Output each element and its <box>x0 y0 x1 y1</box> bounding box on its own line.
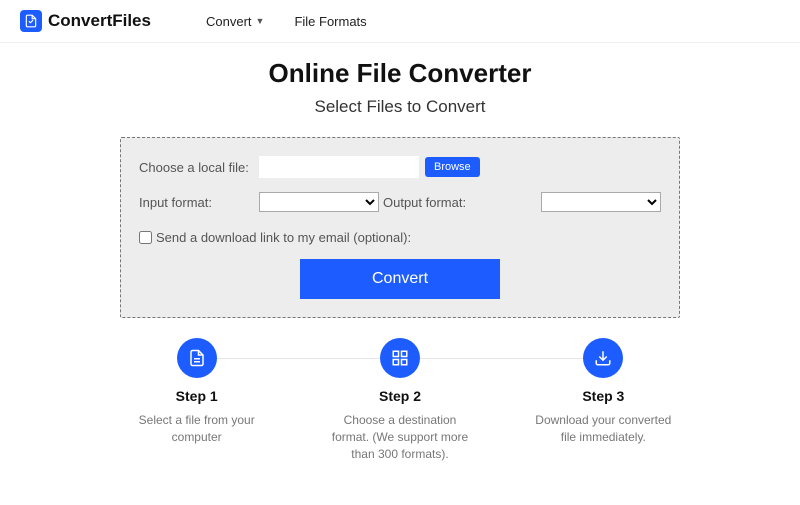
nav: Convert ▼ File Formats <box>206 14 367 29</box>
file-row: Choose a local file: Browse <box>139 156 661 178</box>
input-format-select[interactable] <box>259 192 379 212</box>
main: Online File Converter Select Files to Co… <box>0 43 800 472</box>
header: ConvertFiles Convert ▼ File Formats <box>0 0 800 43</box>
step-3: Step 3 Download your converted file imme… <box>527 338 680 462</box>
nav-convert[interactable]: Convert ▼ <box>206 14 264 29</box>
format-row: Input format: Output format: <box>139 192 661 212</box>
step-2-desc: Choose a destination format. (We support… <box>323 412 476 462</box>
browse-button[interactable]: Browse <box>425 157 480 177</box>
step-2: Step 2 Choose a destination format. (We … <box>323 338 476 462</box>
download-icon <box>583 338 623 378</box>
email-label: Send a download link to my email (option… <box>156 230 411 245</box>
file-path-input[interactable] <box>259 156 419 178</box>
choose-file-label: Choose a local file: <box>139 160 259 175</box>
page-subtitle: Select Files to Convert <box>20 97 780 117</box>
output-format-select[interactable] <box>541 192 661 212</box>
chevron-down-icon: ▼ <box>256 16 265 26</box>
logo[interactable]: ConvertFiles <box>20 10 151 32</box>
nav-formats[interactable]: File Formats <box>294 14 366 29</box>
logo-icon <box>20 10 42 32</box>
step-3-title: Step 3 <box>527 388 680 404</box>
step-3-desc: Download your converted file immediately… <box>527 412 680 446</box>
email-row: Send a download link to my email (option… <box>139 230 661 245</box>
nav-formats-label: File Formats <box>294 14 366 29</box>
nav-convert-label: Convert <box>206 14 252 29</box>
step-2-title: Step 2 <box>323 388 476 404</box>
grid-icon <box>380 338 420 378</box>
output-format-label: Output format: <box>383 195 466 210</box>
page-title: Online File Converter <box>20 58 780 89</box>
convert-button[interactable]: Convert <box>300 259 500 299</box>
convert-panel: Choose a local file: Browse Input format… <box>120 137 680 318</box>
step-1: Step 1 Select a file from your computer <box>120 338 273 462</box>
brand-text: ConvertFiles <box>48 11 151 31</box>
step-1-desc: Select a file from your computer <box>120 412 273 446</box>
file-icon <box>177 338 217 378</box>
email-checkbox[interactable] <box>139 231 152 244</box>
input-format-label: Input format: <box>139 195 259 210</box>
steps: Step 1 Select a file from your computer … <box>120 338 680 462</box>
step-1-title: Step 1 <box>120 388 273 404</box>
